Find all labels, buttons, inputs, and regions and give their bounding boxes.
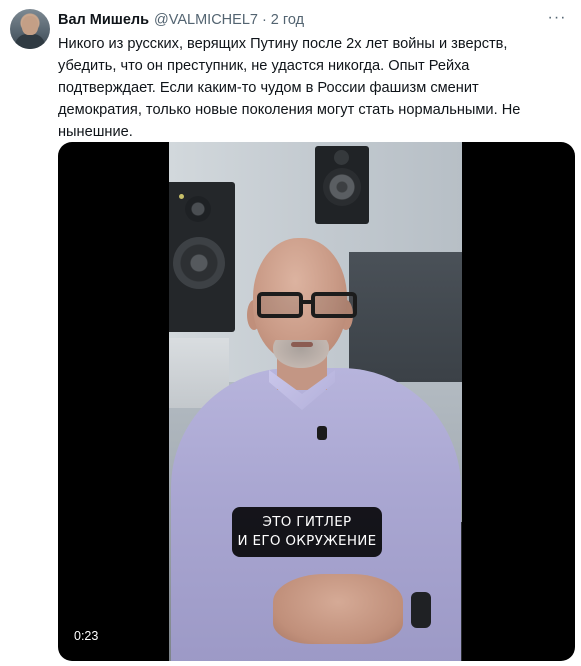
separator-dot: · bbox=[261, 12, 267, 28]
more-options-icon[interactable]: ··· bbox=[547, 8, 567, 28]
studio-speaker-top bbox=[315, 146, 369, 224]
tweet-header: Вал Мишель @VALMICHEL7 · 2 год bbox=[58, 10, 304, 30]
speaker-cone bbox=[173, 237, 225, 289]
tweet-text-line: нынешние. bbox=[58, 124, 133, 140]
glasses-lens bbox=[257, 292, 303, 318]
tweet-text-line: подтверждает. Если каким-то чудом в Росс… bbox=[58, 80, 479, 96]
tweet-timestamp[interactable]: 2 год bbox=[271, 12, 304, 28]
video-subtitle: ЭТО ГИТЛЕР И ЕГО ОКРУЖЕНИЕ bbox=[232, 507, 382, 557]
tweet-text-line: демократия, только новые поколения могут… bbox=[58, 102, 521, 118]
person-hands bbox=[273, 574, 403, 644]
speaker-tweeter bbox=[185, 196, 211, 222]
avatar-body-shape bbox=[15, 34, 45, 49]
lapel-microphone bbox=[317, 426, 327, 440]
avatar-face-shape bbox=[22, 16, 38, 35]
speaker-tweeter bbox=[334, 150, 349, 165]
tweet-text: Никого из русских, верящих Путину после … bbox=[58, 33, 566, 143]
video-player[interactable]: ЭТО ГИТЛЕР И ЕГО ОКРУЖЕНИЕ 0:23 bbox=[58, 142, 575, 661]
person-mouth bbox=[291, 342, 313, 347]
studio-speaker-left bbox=[169, 182, 235, 332]
speaker-cone bbox=[323, 168, 361, 206]
author-name[interactable]: Вал Мишель bbox=[58, 12, 149, 28]
tweet-text-line: Никого из русских, верящих Путину после … bbox=[58, 36, 508, 52]
subtitle-line: И ЕГО ОКРУЖЕНИЕ bbox=[237, 533, 377, 549]
subtitle-line: ЭТО ГИТЛЕР bbox=[262, 514, 352, 530]
wrist-watch bbox=[411, 592, 431, 628]
author-handle[interactable]: @VALMICHEL7 bbox=[154, 12, 258, 28]
glasses-lens bbox=[311, 292, 357, 318]
video-duration: 0:23 bbox=[69, 626, 104, 646]
speaker-led bbox=[179, 194, 184, 199]
author-avatar[interactable] bbox=[10, 9, 50, 49]
tweet-card[interactable]: Вал Мишель @VALMICHEL7 · 2 год ··· Никог… bbox=[0, 0, 581, 666]
video-frame bbox=[169, 142, 462, 661]
tweet-text-line: убедить, что он преступник, не удастся н… bbox=[58, 58, 470, 74]
person-glasses bbox=[253, 292, 369, 318]
